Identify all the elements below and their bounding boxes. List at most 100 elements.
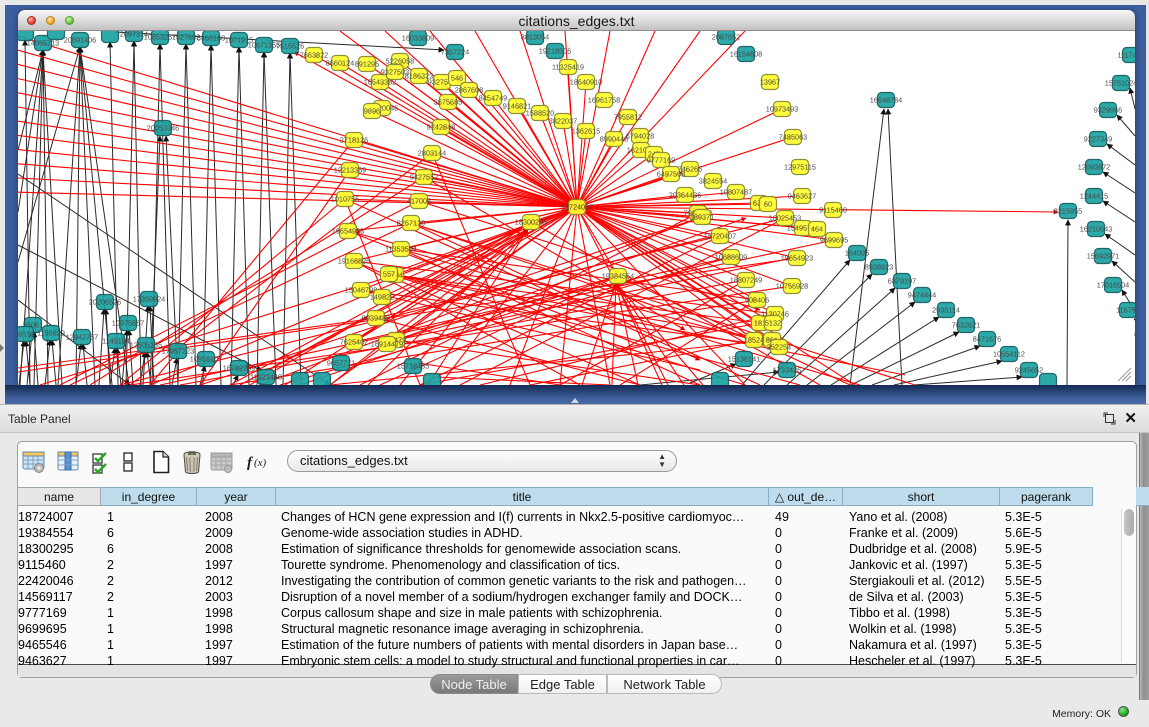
svg-text:189371: 189371 [690,212,714,221]
svg-text:16782759: 16782759 [223,363,255,372]
svg-text:3822037: 3822037 [549,116,577,125]
svg-text:8215955: 8215955 [1054,206,1082,215]
svg-text:20053346: 20053346 [147,123,179,132]
svg-text:3675685: 3675685 [434,97,462,106]
svg-text:39159: 39159 [18,329,35,338]
svg-text:10654112: 10654112 [993,349,1025,358]
svg-text:8990448: 8990448 [600,134,628,143]
svg-text:9463627: 9463627 [788,191,816,200]
svg-text:16033809: 16033809 [402,33,434,42]
svg-text:6466160: 6466160 [197,33,225,42]
svg-text:9474444: 9474444 [908,290,936,299]
svg-text:1362615: 1362615 [572,126,600,135]
svg-text:20364436: 20364436 [669,190,701,199]
svg-text:16961758: 16961758 [588,95,620,104]
svg-text:7515526: 7515526 [276,41,304,50]
svg-text:20206526: 20206526 [89,297,121,306]
svg-text:7955812: 7955812 [614,112,642,121]
svg-text:13967: 13967 [760,77,780,86]
svg-text:464: 464 [811,224,823,233]
svg-text:15720407: 15720407 [704,231,736,240]
svg-text:9245652: 9245652 [1015,365,1043,374]
svg-text:6794028: 6794028 [626,131,654,140]
svg-text:8938923: 8938923 [865,262,893,271]
svg-text:9896: 9896 [364,106,380,115]
svg-text:16648784: 16648784 [870,95,902,104]
svg-text:1244415: 1244415 [1080,191,1108,200]
svg-text:60: 60 [764,199,772,208]
svg-text:15692971: 15692971 [1087,251,1119,260]
svg-text:11353594: 11353594 [385,244,417,253]
svg-text:20691406: 20691406 [64,35,96,44]
svg-text:12213369: 12213369 [334,165,366,174]
svg-text:16914479: 16914479 [371,339,403,348]
svg-text:546: 546 [451,73,463,82]
svg-text:9427552: 9427552 [410,172,438,181]
svg-text:15716485: 15716485 [397,361,429,370]
svg-text:116753: 116753 [1116,305,1135,314]
svg-text:18640910: 18640910 [570,77,602,86]
svg-text:164095: 164095 [845,248,869,257]
svg-text:18300295: 18300295 [515,217,547,226]
svg-text:19384554: 19384554 [602,271,634,280]
svg-text:f: f [247,455,254,471]
svg-text:11923448: 11923448 [250,372,282,381]
svg-text:19218506: 19218506 [539,46,571,55]
svg-text:7663822: 7663822 [300,50,328,59]
svg-text:8660124: 8660124 [326,58,354,67]
svg-text:9329966: 9329966 [1094,105,1122,114]
svg-text:1733426: 1733426 [773,365,801,374]
svg-text:7625402: 7625402 [340,337,368,346]
svg-text:10756928: 10756928 [776,281,808,290]
svg-text:10807487: 10807487 [720,187,752,196]
svg-text:7357224: 7357224 [441,47,469,56]
svg-text:19166825: 19166825 [338,256,370,265]
svg-text:8471676: 8471676 [973,334,1001,343]
svg-text:9939489: 9939489 [362,313,390,322]
svg-text:15751024: 15751024 [1105,78,1135,87]
svg-text:12093872: 12093872 [1078,162,1110,171]
svg-text:2718126: 2718126 [340,135,368,144]
svg-text:417006: 417006 [407,196,431,205]
svg-text:908406: 908406 [745,295,769,304]
svg-text:18807249: 18807249 [730,275,762,284]
svg-text:11325419: 11325419 [552,62,584,71]
svg-text:8813054: 8813054 [521,32,549,41]
svg-text:891295: 891295 [355,59,379,68]
svg-text:1156829: 1156829 [37,328,65,337]
svg-text:10958107: 10958107 [190,354,222,363]
svg-text:8267130: 8267130 [397,218,425,227]
svg-text:2935114: 2935114 [932,305,960,314]
svg-text:16154808: 16154808 [730,49,762,58]
svg-text:1117474: 1117474 [1117,50,1135,59]
svg-text:2087652: 2087652 [712,32,740,41]
svg-text:17016504: 17016504 [1097,280,1129,289]
svg-text:(x): (x) [254,457,267,469]
svg-text:252254: 252254 [767,342,791,351]
svg-text:10975867: 10975867 [112,318,144,327]
svg-text:1010755: 1010755 [331,194,359,203]
svg-text:12975115: 12975115 [784,162,816,171]
svg-text:6879197: 6879197 [888,276,916,285]
svg-text:149822: 149822 [370,292,394,301]
svg-text:9699695: 9699695 [820,235,848,244]
svg-text:2803144: 2803144 [418,148,446,157]
svg-text:557: 557 [383,269,395,278]
svg-text:15136141: 15136141 [728,354,760,363]
svg-text:10973493: 10973493 [766,104,798,113]
svg-text:19654923: 19654923 [781,253,813,262]
svg-text:6497508: 6497508 [657,169,685,178]
svg-text:12942757: 12942757 [66,332,98,341]
svg-text:3824554: 3824554 [699,176,727,185]
svg-text:9242848: 9242848 [427,122,455,131]
svg-text:18524: 18524 [744,335,764,344]
svg-text:9657771: 9657771 [327,358,355,367]
svg-text:9777169: 9777169 [647,155,675,164]
svg-text:1145194: 1145194 [102,336,130,345]
svg-text:5132: 5132 [765,318,781,327]
svg-text:7485063: 7485063 [779,132,807,141]
svg-text:10688609: 10688609 [715,252,747,261]
svg-text:9115460: 9115460 [819,205,847,214]
svg-text:12505135: 12505135 [130,340,162,349]
svg-text:9227349: 9227349 [1084,134,1112,143]
